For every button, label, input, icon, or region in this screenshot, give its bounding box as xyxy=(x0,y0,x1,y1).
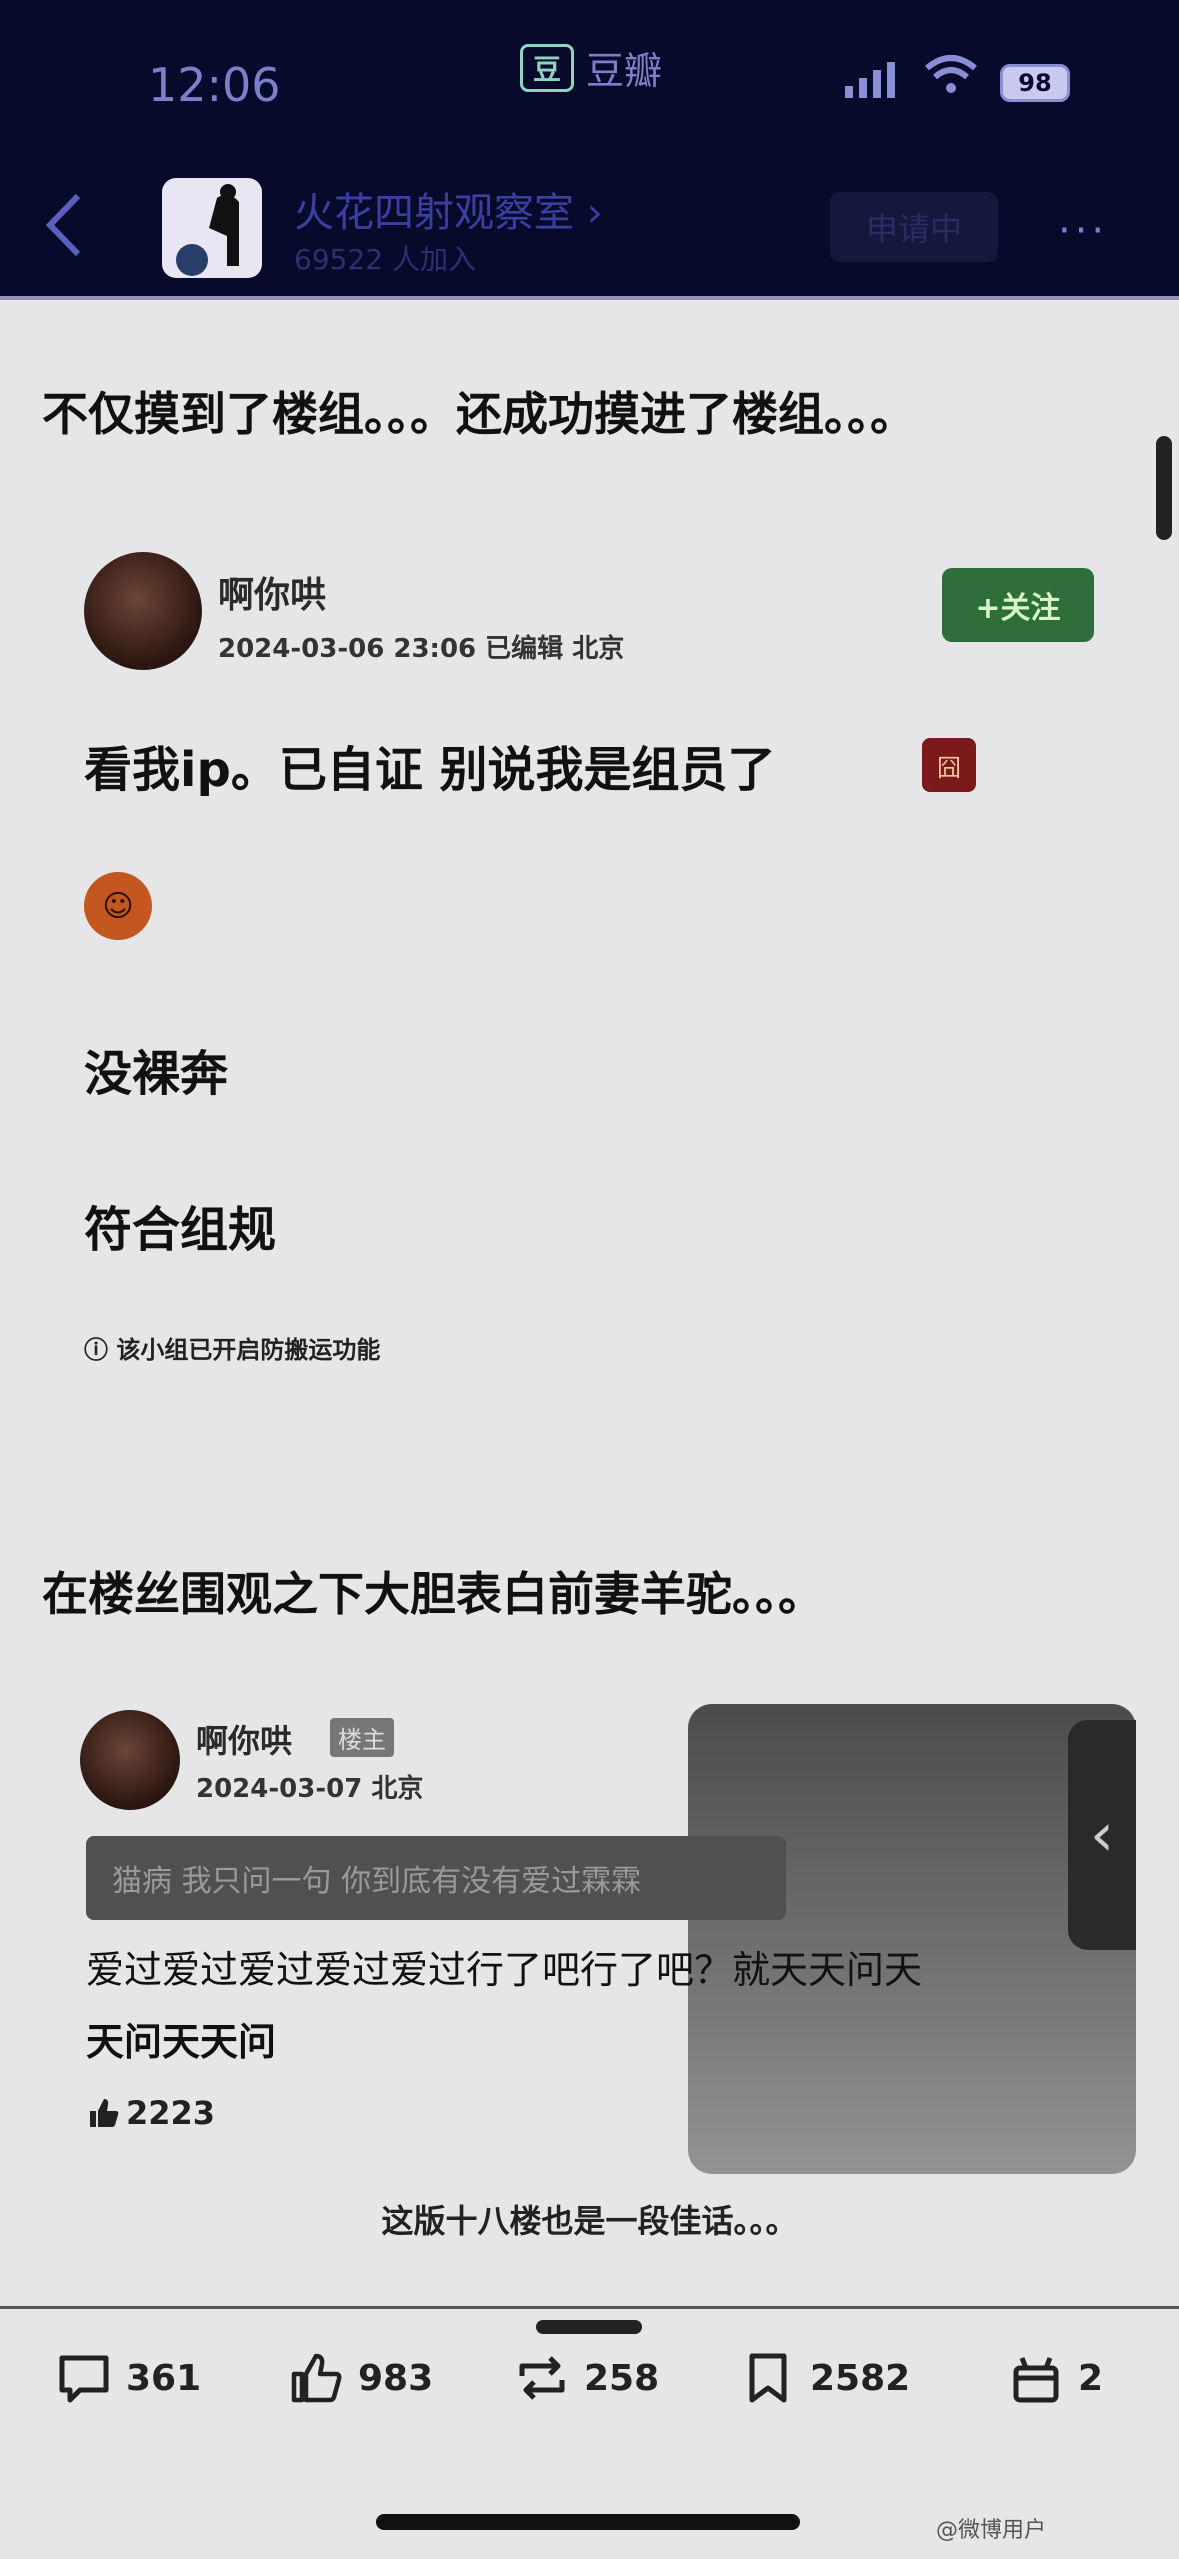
post2-heading: 在楼丝围观之下大胆表白前妻羊驼。。。 xyxy=(42,1567,824,1621)
post1-author-name[interactable]: 啊你哄 xyxy=(218,566,326,618)
battery-icon: 98 xyxy=(1000,64,1070,102)
red-emoji-icon: 囧 xyxy=(922,738,976,792)
gift-icon xyxy=(1013,2357,1059,2403)
post1-heading: 不仅摸到了楼组。。。还成功摸进了楼组。。。 xyxy=(42,387,916,441)
group-title[interactable]: 火花四射观察室 › xyxy=(294,180,603,238)
like-icon xyxy=(291,2353,342,2403)
like-action[interactable]: 983 xyxy=(288,2350,433,2406)
signal-icon xyxy=(845,62,895,98)
anti-repost-notice: ⓘ 该小组已开启防搬运功能 xyxy=(84,1336,381,1364)
like-count: 983 xyxy=(358,2357,434,2399)
status-app-indicator: 豆 豆瓣 xyxy=(520,40,662,95)
follow-button[interactable]: +关注 xyxy=(942,568,1094,642)
header-divider xyxy=(0,296,1179,300)
group-avatar[interactable] xyxy=(162,178,262,278)
post2-author-avatar xyxy=(80,1710,180,1810)
gift-count: 2 xyxy=(1078,2357,1104,2399)
post1-meta: 2024-03-06 23:06 已编辑 北京 xyxy=(218,634,625,664)
comment-icon xyxy=(59,2355,109,2403)
reply-line-1: 爱过爱过爱过爱过爱过行了吧行了吧？就天天问天 xyxy=(86,1948,923,1992)
comment-count: 361 xyxy=(126,2357,202,2399)
reply-like-count: 2223 xyxy=(126,2094,216,2132)
wifi-icon xyxy=(925,55,977,93)
bookmark-icon xyxy=(749,2353,787,2403)
post2-meta: 2024-03-07 北京 xyxy=(196,1774,424,1804)
watermark: @微博用户 xyxy=(936,2518,1047,2543)
gift-action[interactable]: 2 xyxy=(1008,2350,1103,2406)
expand-chevron-icon[interactable]: ‹ xyxy=(1068,1720,1136,1950)
home-indicator[interactable] xyxy=(376,2514,800,2530)
apply-status-button[interactable]: 申请中 xyxy=(830,192,998,262)
collect-count: 2582 xyxy=(810,2357,911,2399)
comment-action[interactable]: 361 xyxy=(56,2350,201,2406)
scrollbar[interactable] xyxy=(1156,436,1172,540)
repost-action[interactable]: 258 xyxy=(514,2350,659,2406)
more-options-icon[interactable]: ··· xyxy=(1058,208,1108,254)
smile-emoji-icon: ☺ xyxy=(84,872,152,940)
sheet-handle[interactable] xyxy=(536,2320,642,2334)
owner-badge: 楼主 xyxy=(330,1718,394,1757)
post1-line-3: 符合组规 xyxy=(84,1202,277,1258)
group-member-count: 69522 人加入 xyxy=(294,243,476,276)
status-time: 12:06 xyxy=(148,58,281,112)
post2-author-name: 啊你哄 xyxy=(196,1722,293,1760)
reply-line-2: 天问天天问 xyxy=(86,2020,277,2064)
repost-icon xyxy=(519,2356,565,2400)
repost-count: 258 xyxy=(584,2357,660,2399)
post1-line-1: 看我ip。已自证 别说我是组员了 xyxy=(84,742,776,798)
collect-action[interactable]: 2582 xyxy=(740,2350,910,2406)
reply-like: 2223 xyxy=(86,2094,215,2132)
post1-line-2: 没裸奔 xyxy=(84,1046,229,1102)
group-avatar-image xyxy=(176,184,239,276)
post1-author-avatar[interactable] xyxy=(84,552,202,670)
thumbs-up-icon xyxy=(90,2099,119,2127)
douban-logo-icon: 豆 xyxy=(520,43,574,92)
quoted-comment: 猫病 我只问一句 你到底有没有爱过霖霖 xyxy=(86,1836,786,1920)
back-arrow-icon[interactable] xyxy=(40,190,90,260)
post2-caption: 这版十八楼也是一段佳话。。。 xyxy=(381,2202,798,2240)
app-name: 豆瓣 xyxy=(586,49,663,93)
top-bar: 12:06 豆 豆瓣 98 火花四射观察室 › 69522 人加入 申请中 ··… xyxy=(0,0,1179,296)
